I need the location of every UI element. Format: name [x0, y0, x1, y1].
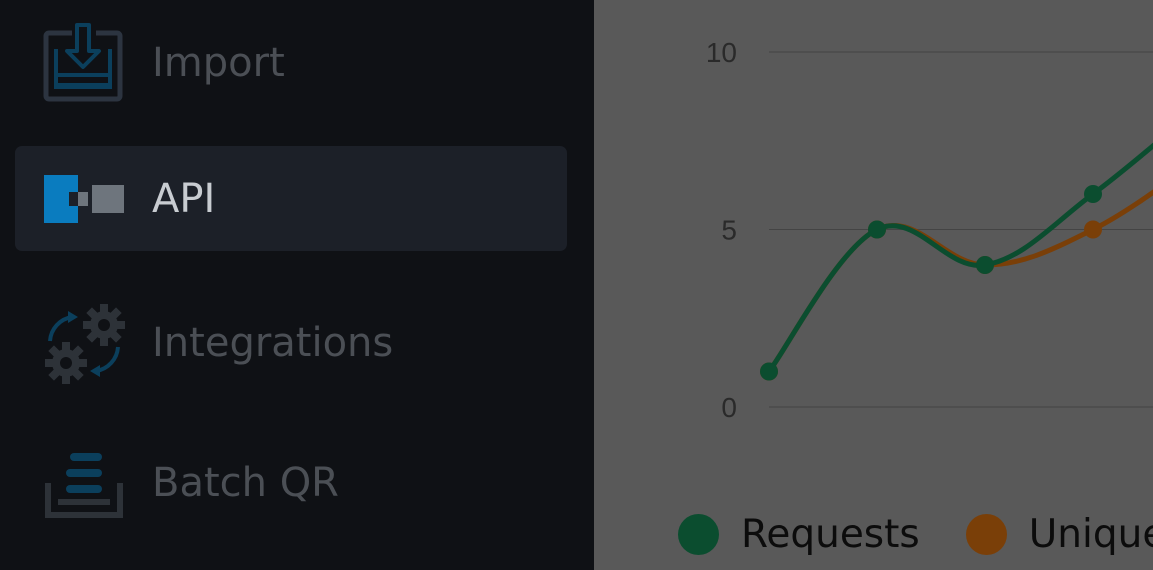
sidebar-item-integrations[interactable]: Integrations — [15, 290, 567, 395]
integrations-gear-icon — [42, 301, 126, 385]
sidebar-item-import[interactable]: Import — [15, 10, 567, 115]
legend-label-unique: Unique — [1028, 512, 1153, 557]
y-tick-label: 5 — [721, 215, 737, 246]
legend-item-requests[interactable]: Requests — [678, 512, 920, 557]
import-icon — [42, 21, 126, 105]
data-point-requests[interactable] — [976, 256, 994, 274]
data-point-requests[interactable] — [868, 220, 886, 239]
batch-qr-icon — [42, 441, 126, 525]
sidebar-item-label: API — [152, 175, 216, 222]
sidebar-item-label: Integrations — [152, 319, 394, 366]
api-icon — [42, 157, 126, 241]
sidebar: Import API Integrations Batch QR — [0, 0, 594, 570]
sidebar-item-batch-qr[interactable]: Batch QR — [15, 430, 567, 535]
y-tick-label: 0 — [721, 392, 737, 423]
legend-swatch-requests — [678, 514, 719, 555]
sidebar-item-api[interactable]: API — [15, 146, 567, 251]
legend-item-unique[interactable]: Unique — [965, 512, 1153, 557]
sidebar-item-label: Batch QR — [152, 459, 339, 506]
legend-swatch-unique — [965, 514, 1007, 555]
data-point-unique[interactable] — [1084, 220, 1102, 239]
app-root: Import API Integrations Batch QR 0 5 10 … — [0, 0, 1153, 570]
data-point-requests[interactable] — [760, 362, 778, 381]
line-chart: 0 5 10 — [706, 37, 1153, 423]
sidebar-item-label: Import — [152, 39, 285, 86]
chart-legend: Requests Unique — [678, 512, 1153, 557]
series-line-requests — [767, 142, 1153, 374]
y-tick-label: 10 — [706, 37, 737, 68]
legend-label-requests: Requests — [741, 512, 920, 557]
data-point-requests[interactable] — [1084, 185, 1102, 203]
chart-panel: 0 5 10 Requests Unique — [594, 0, 1153, 570]
